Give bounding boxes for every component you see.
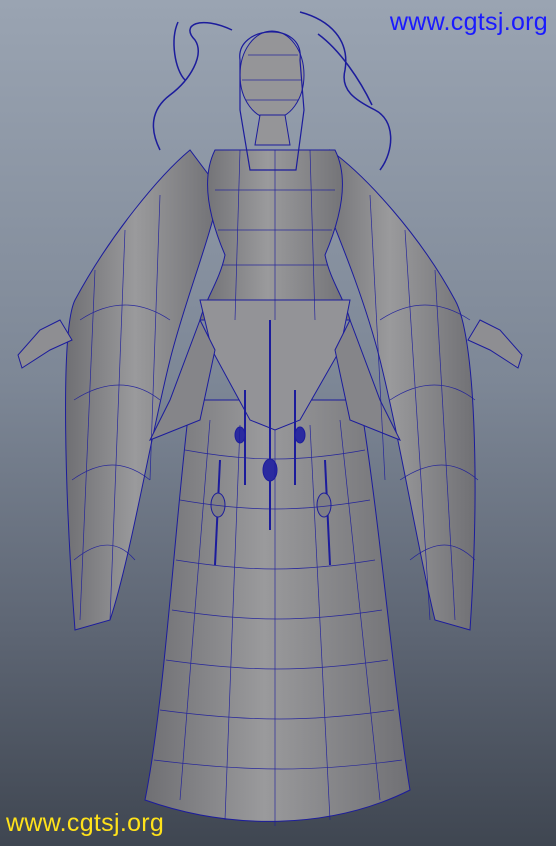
- neck: [254, 114, 291, 146]
- watermark-top-right: www.cgtsj.org: [389, 8, 548, 36]
- skirt: [144, 399, 411, 822]
- watermark-bottom-left: www.cgtsj.org: [6, 809, 165, 837]
- character-model: [17, 11, 523, 826]
- left-hand: [17, 319, 73, 369]
- viewport: www.cgtsj.org www.cgtsj.org: [0, 0, 556, 846]
- right-hand: [467, 319, 523, 369]
- head: [239, 30, 305, 120]
